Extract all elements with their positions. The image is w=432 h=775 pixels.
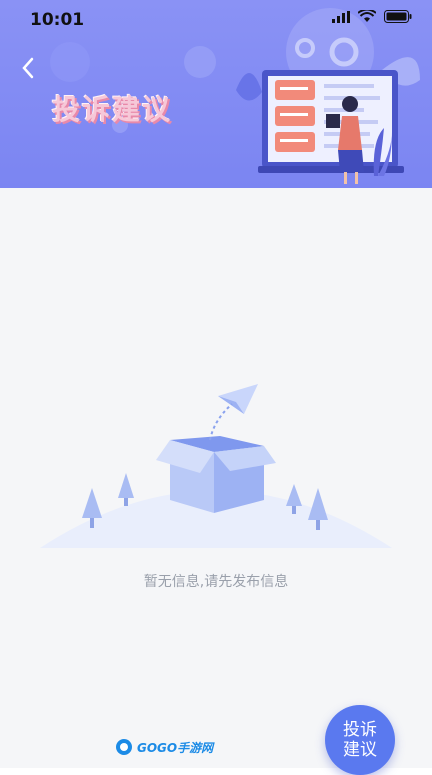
fab-label-line1: 投诉 bbox=[343, 720, 377, 740]
page-title: 投诉建议 bbox=[52, 93, 173, 126]
status-time: 10:01 bbox=[30, 10, 85, 30]
status-bar: 10:01 bbox=[0, 0, 432, 40]
empty-state-message: 暂无信息,请先发布信息 bbox=[143, 574, 289, 590]
complaint-suggestion-button[interactable]: 投诉 建议 bbox=[325, 705, 395, 775]
gogo-logo-icon bbox=[116, 739, 132, 755]
watermark-text: GOGO手游网 bbox=[137, 740, 214, 755]
fab-label-line2: 建议 bbox=[343, 740, 377, 760]
status-icons bbox=[332, 10, 412, 23]
back-button[interactable] bbox=[14, 54, 42, 82]
empty-state-illustration bbox=[40, 384, 392, 548]
wifi-icon bbox=[358, 10, 376, 22]
header-banner: 10:01 投诉建议 bbox=[0, 0, 432, 188]
content-area: 暂无信息,请先发布信息 bbox=[0, 188, 432, 768]
chevron-left-icon bbox=[22, 57, 34, 79]
watermark: GOGO手游网 bbox=[115, 738, 213, 756]
cellular-signal-icon bbox=[332, 10, 350, 23]
battery-icon bbox=[384, 10, 412, 23]
